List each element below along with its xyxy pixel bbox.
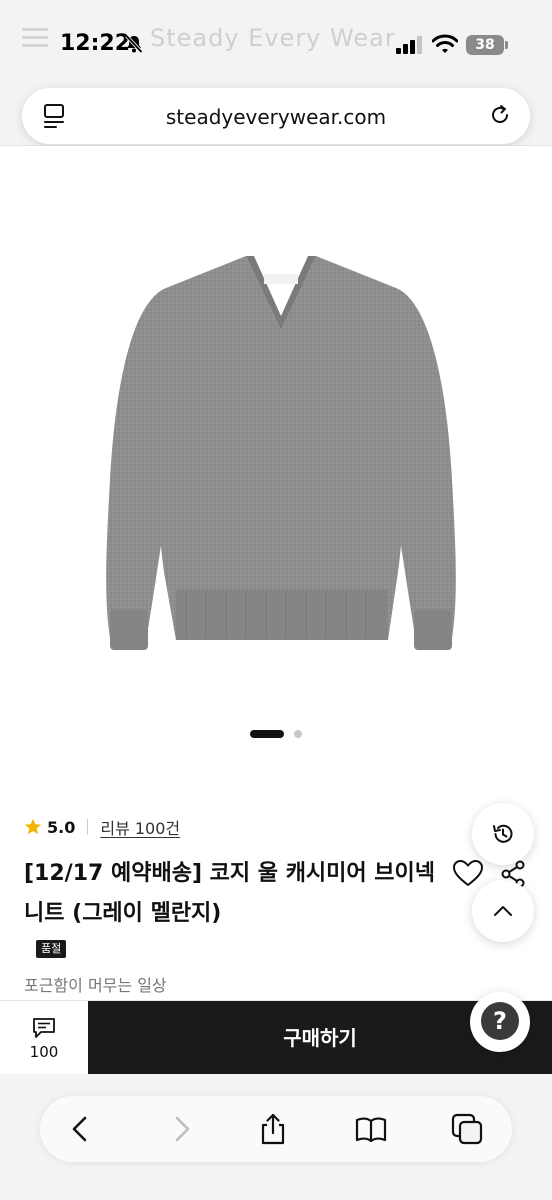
address-bar[interactable]: steadyeverywear.com bbox=[22, 88, 530, 144]
review-count-link[interactable]: 리뷰 100건 bbox=[100, 815, 180, 839]
ghost-site-title: Steady Every Wear bbox=[150, 24, 396, 52]
product-title: [12/17 예약배송] 코지 울 캐시미어 브이넥 니트 (그레이 멜란지) bbox=[24, 861, 436, 926]
tabs-icon[interactable] bbox=[450, 1112, 484, 1146]
heart-icon[interactable] bbox=[452, 858, 484, 888]
url-text[interactable]: steadyeverywear.com bbox=[22, 105, 530, 129]
reload-icon[interactable] bbox=[488, 103, 512, 127]
star-icon bbox=[24, 818, 42, 835]
battery-level: 38 bbox=[466, 35, 504, 55]
chevron-up-icon bbox=[494, 906, 512, 916]
status-bar: Steady Every Wear 12:22 38 bbox=[0, 0, 552, 80]
clock-time: 12:22 bbox=[60, 31, 131, 56]
cellular-signal-icon bbox=[396, 36, 422, 54]
help-icon: ? bbox=[481, 1002, 519, 1040]
status-badge: 품절 bbox=[36, 940, 67, 958]
review-button[interactable]: 100 bbox=[0, 1001, 88, 1075]
divider bbox=[87, 819, 89, 835]
wifi-icon bbox=[432, 34, 458, 53]
carousel-indicator bbox=[250, 730, 310, 738]
browser-toolbar bbox=[0, 1074, 552, 1200]
product-photo bbox=[106, 256, 456, 650]
rating-value: 5.0 bbox=[47, 817, 76, 837]
review-count: 100 bbox=[29, 1043, 59, 1061]
bookmarks-icon[interactable] bbox=[354, 1112, 388, 1146]
ghost-menu-icon bbox=[22, 28, 48, 48]
carousel-dot[interactable] bbox=[294, 730, 302, 738]
carousel-dot-active[interactable] bbox=[250, 730, 284, 738]
rating-row: 5.0 리뷰 100건 bbox=[24, 816, 180, 838]
back-icon[interactable] bbox=[64, 1112, 98, 1146]
bell-slash-icon bbox=[125, 34, 143, 54]
product-subtitle: 포근함이 머무는 일상 bbox=[24, 976, 167, 995]
recent-history-button[interactable] bbox=[472, 803, 534, 865]
scroll-top-button[interactable] bbox=[472, 880, 534, 942]
purchase-bar: 100 구매하기 bbox=[0, 1000, 552, 1075]
browser-address-area: steadyeverywear.com bbox=[0, 80, 552, 146]
share-sheet-icon[interactable] bbox=[256, 1112, 290, 1146]
help-chat-button[interactable]: ? bbox=[470, 992, 530, 1052]
comment-icon bbox=[33, 1018, 55, 1038]
forward-icon[interactable] bbox=[164, 1112, 198, 1146]
battery-tip bbox=[505, 41, 508, 49]
history-icon bbox=[493, 824, 513, 843]
product-image-carousel[interactable] bbox=[0, 146, 552, 746]
